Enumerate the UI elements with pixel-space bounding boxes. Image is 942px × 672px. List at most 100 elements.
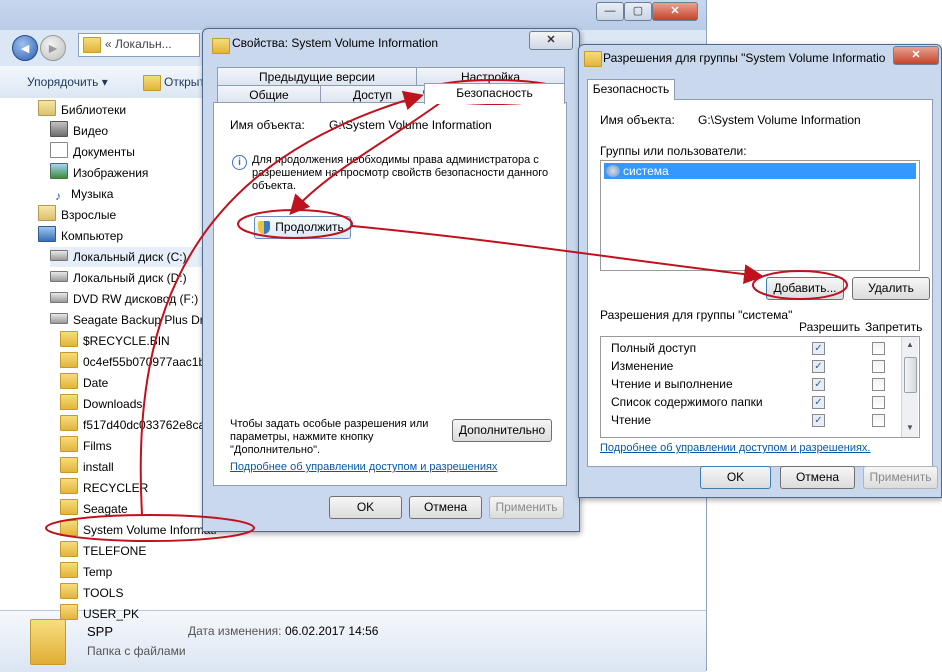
advanced-text: Чтобы задать особые разрешения или парам… [230, 418, 429, 456]
lib-icon [38, 205, 56, 221]
nav-item-label: RECYCLER [83, 481, 149, 495]
apply-button[interactable]: Применить [489, 496, 564, 519]
folder-icon [60, 562, 78, 578]
help-link[interactable]: Подробнее об управлении доступом и разре… [600, 442, 870, 454]
nav-item-label: f517d40dc033762e8cae [83, 418, 212, 432]
deny-checkbox[interactable] [872, 342, 885, 355]
continue-button-label: Продолжить [275, 220, 344, 234]
nav-item[interactable]: Temp [60, 562, 112, 582]
help-link[interactable]: Подробнее об управлении доступом и разре… [230, 461, 497, 473]
advanced-button[interactable]: Дополнительно [452, 419, 552, 442]
folder-icon [60, 436, 78, 452]
details-type: Папка с файлами [87, 644, 186, 658]
groups-label: Группы или пользователи: [600, 144, 747, 158]
nav-item[interactable]: f517d40dc033762e8cae [60, 415, 212, 435]
info-icon: i [232, 155, 247, 170]
nav-item[interactable]: Компьютер [38, 226, 123, 246]
nav-item[interactable]: Downloads [60, 394, 142, 414]
permission-name: Полный доступ [611, 341, 697, 355]
doc-icon [50, 142, 68, 158]
maximize-button[interactable]: ▢ [624, 2, 652, 21]
permissions-close-button[interactable]: ✕ [893, 46, 939, 65]
address-bar[interactable]: « Локальн... [78, 33, 200, 57]
close-button[interactable]: ✕ [652, 2, 698, 21]
permission-name: Изменение [611, 359, 674, 373]
nav-item-label: DVD RW дисковод (F:) [73, 292, 199, 306]
allow-checkbox[interactable]: ✓ [812, 378, 825, 391]
scroll-down-icon[interactable]: ▼ [903, 421, 917, 435]
open-icon [143, 75, 161, 91]
open-button[interactable]: Открыт [164, 75, 205, 89]
scroll-thumb[interactable] [904, 357, 917, 393]
nav-item[interactable]: DVD RW дисковод (F:) [50, 289, 198, 309]
folder-icon [212, 38, 230, 54]
nav-item[interactable]: TOOLS [60, 583, 123, 603]
comp-icon [38, 226, 56, 242]
object-name-label: Имя объекта: [230, 118, 305, 132]
ok-button[interactable]: OK [329, 496, 402, 519]
add-button[interactable]: Добавить... [766, 277, 844, 300]
deny-checkbox[interactable] [872, 360, 885, 373]
nav-item-label: Документы [73, 145, 135, 159]
apply-button[interactable]: Применить [863, 466, 938, 489]
cancel-button[interactable]: Отмена [409, 496, 482, 519]
allow-checkbox[interactable]: ✓ [812, 360, 825, 373]
nav-item[interactable]: ♪ Музыка [50, 184, 113, 204]
continue-button[interactable]: Продолжить [254, 216, 351, 239]
nav-item-label: Date [83, 376, 109, 390]
nav-item[interactable]: 0c4ef55b070977aac1b8 [60, 352, 212, 372]
deny-header: Запретить [865, 320, 923, 334]
allow-checkbox[interactable]: ✓ [812, 414, 825, 427]
perm-header: Разрешения для группы "система" [600, 308, 793, 322]
back-button[interactable]: ◄ [12, 35, 38, 61]
deny-checkbox[interactable] [872, 396, 885, 409]
nav-item-label: TELEFONE [83, 544, 147, 558]
tab-security[interactable]: Безопасность [587, 79, 675, 100]
nav-item[interactable]: Документы [50, 142, 135, 162]
details-name: SPP [87, 624, 114, 639]
nav-item-label: Films [83, 439, 112, 453]
minimize-button[interactable]: — [596, 2, 624, 21]
lib-icon [38, 100, 56, 116]
allow-checkbox[interactable]: ✓ [812, 396, 825, 409]
nav-item[interactable]: Взрослые [38, 205, 116, 225]
nav-item[interactable]: Библиотеки [38, 100, 126, 120]
organize-menu[interactable]: Упорядочить ▾ [27, 75, 108, 89]
nav-item[interactable]: Изображения [50, 163, 148, 183]
nav-item[interactable]: Видео [50, 121, 108, 141]
nav-item[interactable]: Date [60, 373, 108, 393]
folder-icon [60, 331, 78, 347]
nav-item[interactable]: System Volume Informati [60, 520, 216, 540]
folder-icon [584, 51, 602, 67]
cancel-button[interactable]: Отмена [780, 466, 855, 489]
allow-checkbox[interactable]: ✓ [812, 342, 825, 355]
details-modified-label: Дата изменения: [188, 624, 282, 638]
nav-item[interactable]: RECYCLER [60, 478, 148, 498]
ok-button[interactable]: OK [700, 466, 771, 489]
tab-security[interactable]: Безопасность [424, 83, 565, 104]
nav-item[interactable]: $RECYCLE.BIN [60, 331, 170, 351]
deny-checkbox[interactable] [872, 378, 885, 391]
folder-icon [60, 604, 78, 620]
tab-previous-versions[interactable]: Предыдущие версии [217, 67, 417, 86]
nav-item[interactable]: TELEFONE [60, 541, 146, 561]
img-icon [50, 163, 68, 179]
properties-close-button[interactable]: ✕ [529, 31, 573, 50]
nav-item[interactable]: Seagate [60, 499, 128, 519]
groups-list[interactable]: система [600, 160, 920, 271]
nav-item[interactable]: Локальный диск (D:) [50, 268, 187, 288]
forward-button[interactable]: ► [40, 35, 66, 61]
scrollbar[interactable]: ▲ ▼ [901, 337, 918, 437]
music-icon: ♪ [50, 189, 66, 203]
properties-title: Свойства: System Volume Information [232, 36, 439, 50]
nav-item[interactable]: install [60, 457, 114, 477]
nav-item-label: install [83, 460, 114, 474]
deny-checkbox[interactable] [872, 414, 885, 427]
nav-item[interactable]: Seagate Backup Plus Driv [50, 310, 212, 330]
remove-button[interactable]: Удалить [852, 277, 930, 300]
scroll-up-icon[interactable]: ▲ [903, 338, 917, 352]
nav-item[interactable]: Films [60, 436, 112, 456]
nav-item[interactable]: USER_PK [60, 604, 139, 624]
group-item-system[interactable]: система [604, 163, 916, 179]
nav-item[interactable]: Локальный диск (C:) [50, 247, 210, 267]
